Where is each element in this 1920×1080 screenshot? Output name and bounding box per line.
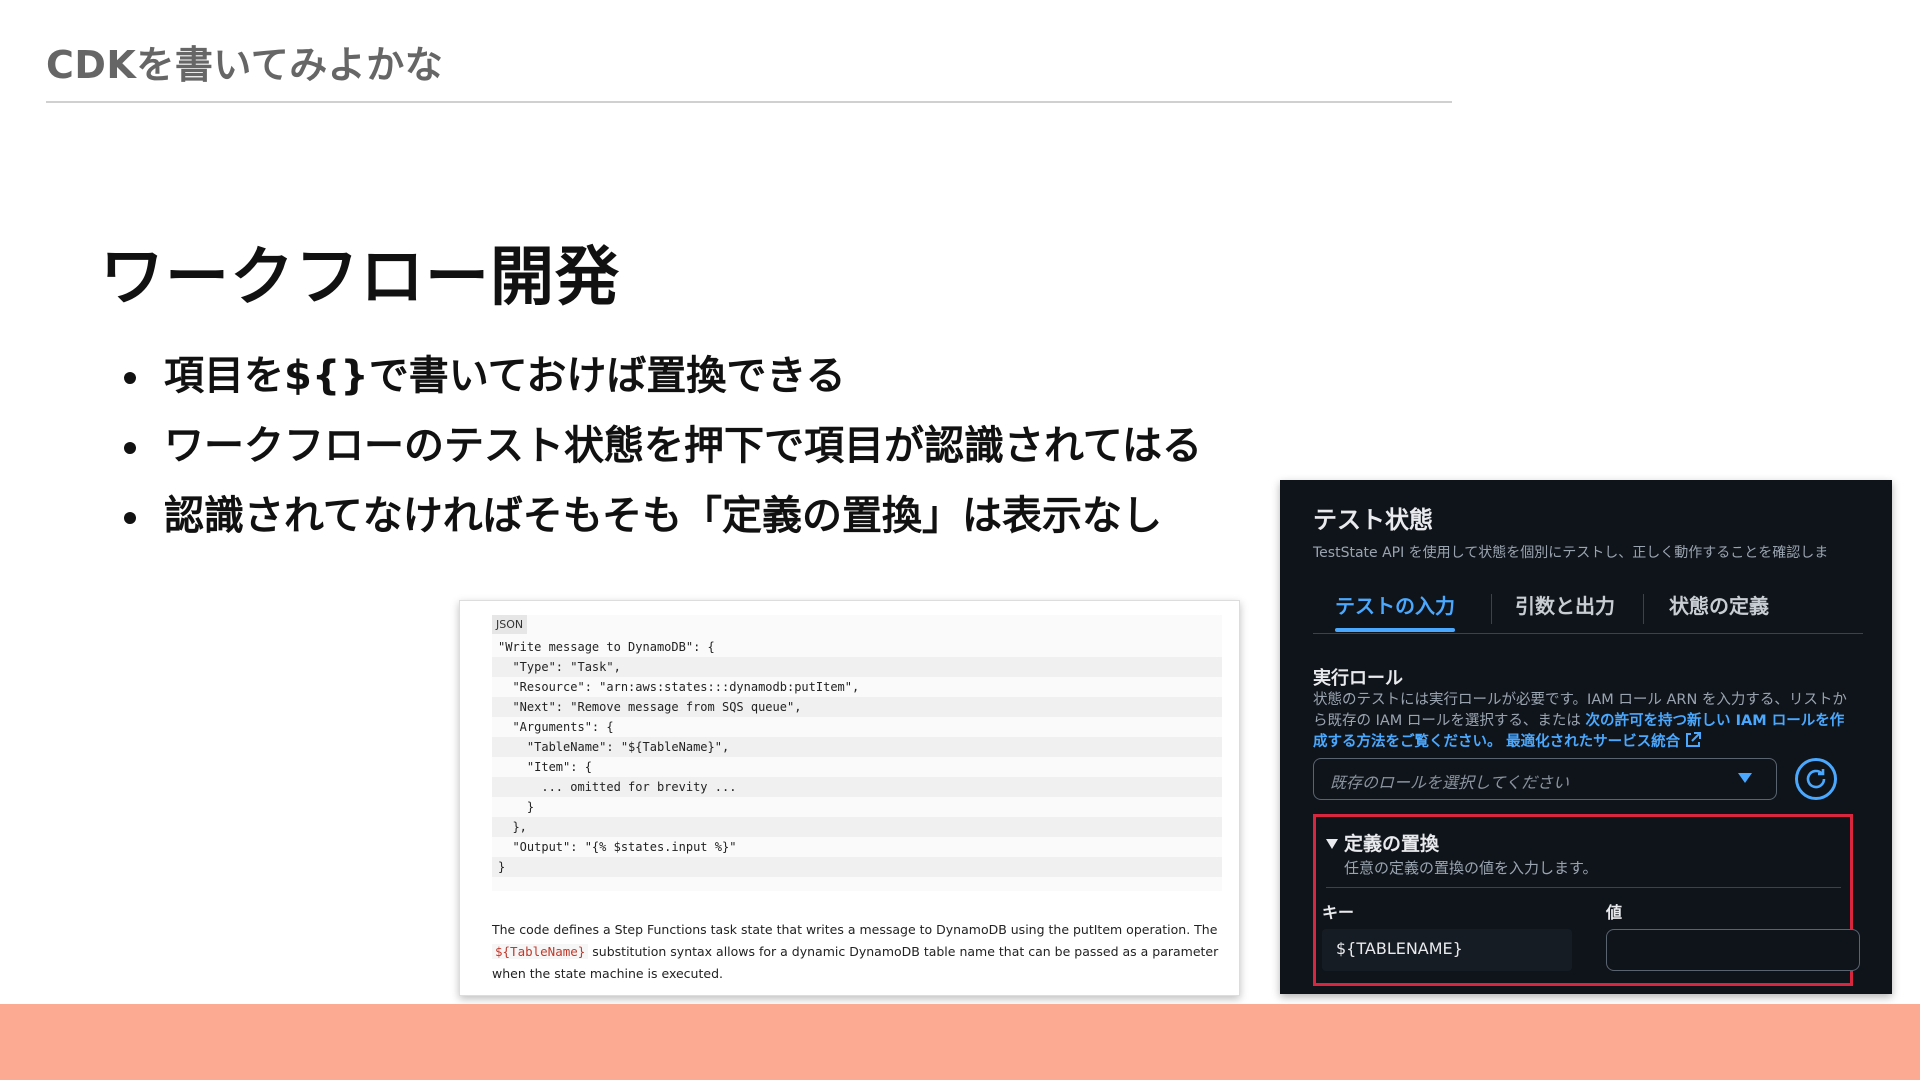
expand-triangle-icon[interactable] [1326,839,1338,849]
explanation-text: The code defines a Step Functions task s… [492,922,1218,937]
key-value: ${TABLENAME} [1336,939,1463,958]
bullet-item: 認識されてなければそもそも「定義の置換」は表示なし [120,490,1202,560]
bullet-text: ワークフローのテスト状態を押下で項目が認識されてはる [164,423,1202,469]
role-select[interactable]: 既存のロールを選択してください [1313,758,1777,800]
inline-code: ${TableName} [492,944,589,959]
tab-separator [1491,594,1492,624]
code-line: "Item": { [498,760,592,774]
bullet-dot-icon [124,512,136,524]
tab-arguments-output[interactable]: 引数と出力 [1515,588,1615,632]
definition-override-section: 定義の置換 任意の定義の置換の値を入力します。 キー 値 ${TABLENAME… [1313,814,1860,986]
refresh-icon [1806,769,1826,789]
header-divider [46,101,1452,103]
bullet-dot-icon [124,372,136,384]
refresh-button[interactable] [1795,758,1837,800]
execution-role-help: 状態のテストには実行ロールが必要です。IAM ロール ARN を入力する、リスト… [1313,690,1858,753]
bullet-list: 項目を${}で書いておけば置換できる ワークフローのテスト状態を押下で項目が認識… [120,350,1202,560]
external-link-icon[interactable] [1685,732,1701,748]
value-input[interactable] [1606,929,1860,971]
caret-down-icon [1738,773,1752,783]
bullet-text: 認識されてなければそもそも「定義の置換」は表示なし [164,493,1162,539]
execution-role-label: 実行ロール [1313,668,1403,689]
override-title[interactable]: 定義の置換 [1344,829,1439,856]
footer-band [0,1004,1920,1080]
bullet-item: ワークフローのテスト状態を押下で項目が認識されてはる [120,420,1202,490]
code-line: "Arguments": { [498,720,614,734]
value-header: 値 [1606,903,1623,922]
override-description: 任意の定義の置換の値を入力します。 [1344,859,1598,877]
code-line: "Next": "Remove message from SQS queue", [492,697,1222,717]
tab-bar: テストの入力 引数と出力 状態の定義 [1313,588,1863,634]
code-language-tag: JSON [492,615,528,634]
code-line: "Resource": "arn:aws:states:::dynamodb:p… [498,680,860,694]
header-title: CDKを書いてみよかな [46,43,444,87]
bullet-item: 項目を${}で書いておけば置換できる [120,350,1202,420]
code-explanation: The code defines a Step Functions task s… [492,919,1222,985]
key-header: キー [1322,903,1355,922]
role-select-placeholder: 既存のロールを選択してください [1330,773,1570,792]
override-divider [1326,887,1841,888]
explanation-text: substitution syntax allows for a dynamic… [492,944,1219,981]
code-line: } [492,857,1222,877]
code-line: "Type": "Task", [492,657,1222,677]
code-line: }, [492,817,1222,837]
json-doc-screenshot: JSON "Write message to DynamoDB": { "Typ… [459,600,1240,996]
code-block: JSON "Write message to DynamoDB": { "Typ… [492,615,1222,891]
panel-description: TestState API を使用して状態を個別にテストし、正しく動作することを… [1313,545,1829,561]
panel-title: テスト状態 [1313,506,1433,534]
tab-state-definition[interactable]: 状態の定義 [1669,588,1769,632]
bullet-dot-icon [124,442,136,454]
tab-separator [1643,594,1644,624]
tab-test-input[interactable]: テストの入力 [1335,588,1455,632]
test-state-console-screenshot: テスト状態 TestState API を使用して状態を個別にテストし、正しく動… [1280,480,1892,994]
bullet-text: 項目を${}で書いておけば置換できる [164,353,846,399]
code-line: "Output": "{% $states.input %}" [498,840,737,854]
code-line: ... omitted for brevity ... [492,777,1222,797]
optimized-integration-link[interactable]: 最適化されたサービス統合 [1506,734,1680,750]
code-lines: "Write message to DynamoDB": { "Type": "… [492,637,1222,877]
key-field: ${TABLENAME} [1322,929,1572,971]
code-line: } [498,800,535,814]
code-line: "TableName": "${TableName}", [492,737,1222,757]
slide-title: ワークフロー開発 [100,241,620,315]
code-line: "Write message to DynamoDB": { [498,640,715,654]
